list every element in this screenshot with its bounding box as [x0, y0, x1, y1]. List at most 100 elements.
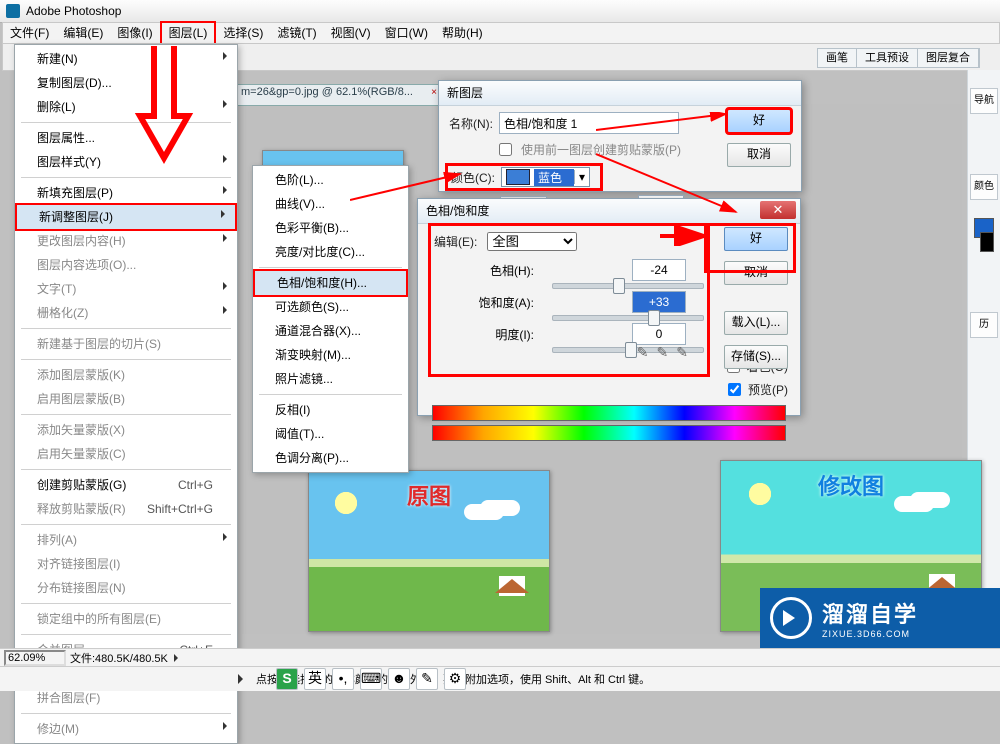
- tab-layer-comps[interactable]: 图层复合: [918, 49, 979, 67]
- lm-style[interactable]: 图层样式(Y): [15, 150, 237, 174]
- layer-menu: 新建(N) 复制图层(D)... 删除(L) 图层属性... 图层样式(Y) 新…: [14, 44, 238, 744]
- tab-brush[interactable]: 画笔: [818, 49, 857, 67]
- menu-layer[interactable]: 图层(L): [160, 21, 217, 45]
- eyedropper-icon[interactable]: ✎: [637, 344, 649, 361]
- menu-window[interactable]: 窗口(W): [378, 23, 435, 43]
- adj-photofilter[interactable]: 照片滤镜...: [253, 367, 408, 391]
- lm-adjustment-layer[interactable]: 新调整图层(J): [15, 203, 237, 231]
- cancel-button[interactable]: 取消: [727, 143, 791, 167]
- preview-check[interactable]: [728, 383, 741, 396]
- lm-change-content: 更改图层内容(H): [15, 229, 237, 253]
- lm-enable-mask: 启用图层蒙版(B): [15, 387, 237, 411]
- separator: [21, 122, 231, 123]
- panel-color[interactable]: 颜色: [970, 174, 998, 200]
- status-file: 文件:480.5K/480.5K: [70, 650, 168, 666]
- separator: [21, 469, 231, 470]
- adj-threshold[interactable]: 阈值(T)...: [253, 422, 408, 446]
- lm-fill-layer[interactable]: 新填充图层(P): [15, 181, 237, 205]
- adj-selective[interactable]: 可选颜色(S)...: [253, 295, 408, 319]
- eyedropper-plus-icon[interactable]: ✎: [657, 344, 669, 361]
- separator: [259, 267, 402, 268]
- ime-lang-icon[interactable]: 英: [304, 668, 326, 690]
- chevron-right-icon: [223, 52, 231, 60]
- close-icon[interactable]: ✕: [760, 201, 796, 219]
- color-select[interactable]: 蓝色 ▾: [501, 167, 590, 187]
- panel-navigator[interactable]: 导航: [970, 88, 998, 114]
- lig-value[interactable]: [632, 323, 686, 345]
- chevron-right-icon[interactable]: [174, 654, 182, 662]
- lm-slice: 新建基于图层的切片(S): [15, 332, 237, 356]
- chevron-right-icon: [221, 210, 229, 218]
- ok-button[interactable]: 好: [724, 227, 788, 251]
- cancel-button[interactable]: 取消: [724, 261, 788, 285]
- separator: [259, 394, 402, 395]
- adj-gradmap[interactable]: 渐变映射(M)...: [253, 343, 408, 367]
- lm-align: 对齐链接图层(I): [15, 552, 237, 576]
- tab-tool-presets[interactable]: 工具预设: [857, 49, 918, 67]
- adj-colorbal[interactable]: 色彩平衡(B)...: [253, 216, 408, 240]
- clip-label: 使用前一图层创建剪贴蒙版(P): [521, 141, 681, 158]
- hue-slider[interactable]: [552, 283, 704, 289]
- ime-tool-icon[interactable]: ✎: [416, 668, 438, 690]
- color-value: 蓝色: [534, 169, 574, 186]
- lm-new[interactable]: 新建(N): [15, 47, 237, 71]
- document-close-icon[interactable]: ×: [431, 87, 437, 98]
- thumb-modified-label: 修改图: [721, 469, 981, 501]
- ime-punct-icon[interactable]: •,: [332, 668, 354, 690]
- lm-delete[interactable]: 删除(L): [15, 95, 237, 119]
- menu-view[interactable]: 视图(V): [324, 23, 378, 43]
- play-icon: [770, 597, 812, 639]
- panel-tabs: 画笔 工具预设 图层复合: [817, 48, 980, 68]
- ime-s-icon[interactable]: S: [276, 668, 298, 690]
- chevron-right-icon: [223, 155, 231, 163]
- menu-file[interactable]: 文件(F): [3, 23, 56, 43]
- adj-posterize[interactable]: 色调分离(P)...: [253, 446, 408, 470]
- color-swatch: [506, 169, 530, 185]
- name-label: 名称(N):: [449, 115, 493, 132]
- menu-help[interactable]: 帮助(H): [435, 23, 490, 43]
- lm-matting: 修边(M): [15, 717, 237, 741]
- adj-invert[interactable]: 反相(I): [253, 398, 408, 422]
- save-button[interactable]: 存储(S)...: [724, 345, 788, 369]
- lm-arrange: 排列(A): [15, 528, 237, 552]
- document-tab[interactable]: m=26&gp=0.jpg @ 62.1%(RGB/8... ×: [232, 84, 444, 106]
- ime-gear-icon[interactable]: ⚙: [444, 668, 466, 690]
- lm-duplicate[interactable]: 复制图层(D)...: [15, 71, 237, 95]
- separator: [21, 634, 231, 635]
- adj-hue-sat[interactable]: 色相/饱和度(H)...: [253, 269, 408, 297]
- swatch-black[interactable]: [980, 232, 994, 252]
- edit-select[interactable]: 全图: [487, 232, 577, 251]
- adj-levels[interactable]: 色阶(L)...: [253, 168, 408, 192]
- separator: [21, 328, 231, 329]
- separator: [21, 177, 231, 178]
- menu-filter[interactable]: 滤镜(T): [270, 23, 323, 43]
- zoom-field[interactable]: 62.09%: [4, 650, 66, 666]
- load-button[interactable]: 载入(L)...: [724, 311, 788, 335]
- chevron-right-icon: [223, 282, 231, 290]
- adj-brightcon[interactable]: 亮度/对比度(C)...: [253, 240, 408, 264]
- clip-check[interactable]: [499, 143, 512, 156]
- ok-button[interactable]: 好: [727, 109, 791, 133]
- ime-face-icon[interactable]: ☻: [388, 668, 410, 690]
- dialog-title-bar[interactable]: 色相/饱和度 ✕: [418, 199, 800, 224]
- status-bar: 62.09% 文件:480.5K/480.5K: [0, 648, 1000, 667]
- hue-value[interactable]: [632, 259, 686, 281]
- sat-slider[interactable]: [552, 315, 704, 321]
- lm-add-mask: 添加图层蒙版(K): [15, 363, 237, 387]
- eyedropper-minus-icon[interactable]: ✎: [676, 344, 688, 361]
- lm-properties[interactable]: 图层属性...: [15, 126, 237, 150]
- menu-image[interactable]: 图像(I): [110, 23, 159, 43]
- hue-label: 色相(H):: [474, 262, 534, 279]
- adj-curves[interactable]: 曲线(V)...: [253, 192, 408, 216]
- watermark: 溜溜自学 ZIXUE.3D66.COM: [760, 588, 1000, 648]
- panel-history[interactable]: 历: [970, 312, 998, 338]
- name-field[interactable]: [499, 112, 679, 134]
- menu-select[interactable]: 选择(S): [216, 23, 270, 43]
- dialog-title-bar[interactable]: 新图层: [439, 81, 801, 106]
- adj-chanmix[interactable]: 通道混合器(X)...: [253, 319, 408, 343]
- lm-create-clip[interactable]: 创建剪贴蒙版(G)Ctrl+G: [15, 473, 237, 497]
- house-icon: [499, 576, 525, 596]
- lig-label: 明度(I):: [474, 326, 534, 343]
- ime-keyboard-icon[interactable]: ⌨: [360, 668, 382, 690]
- menu-edit[interactable]: 编辑(E): [56, 23, 110, 43]
